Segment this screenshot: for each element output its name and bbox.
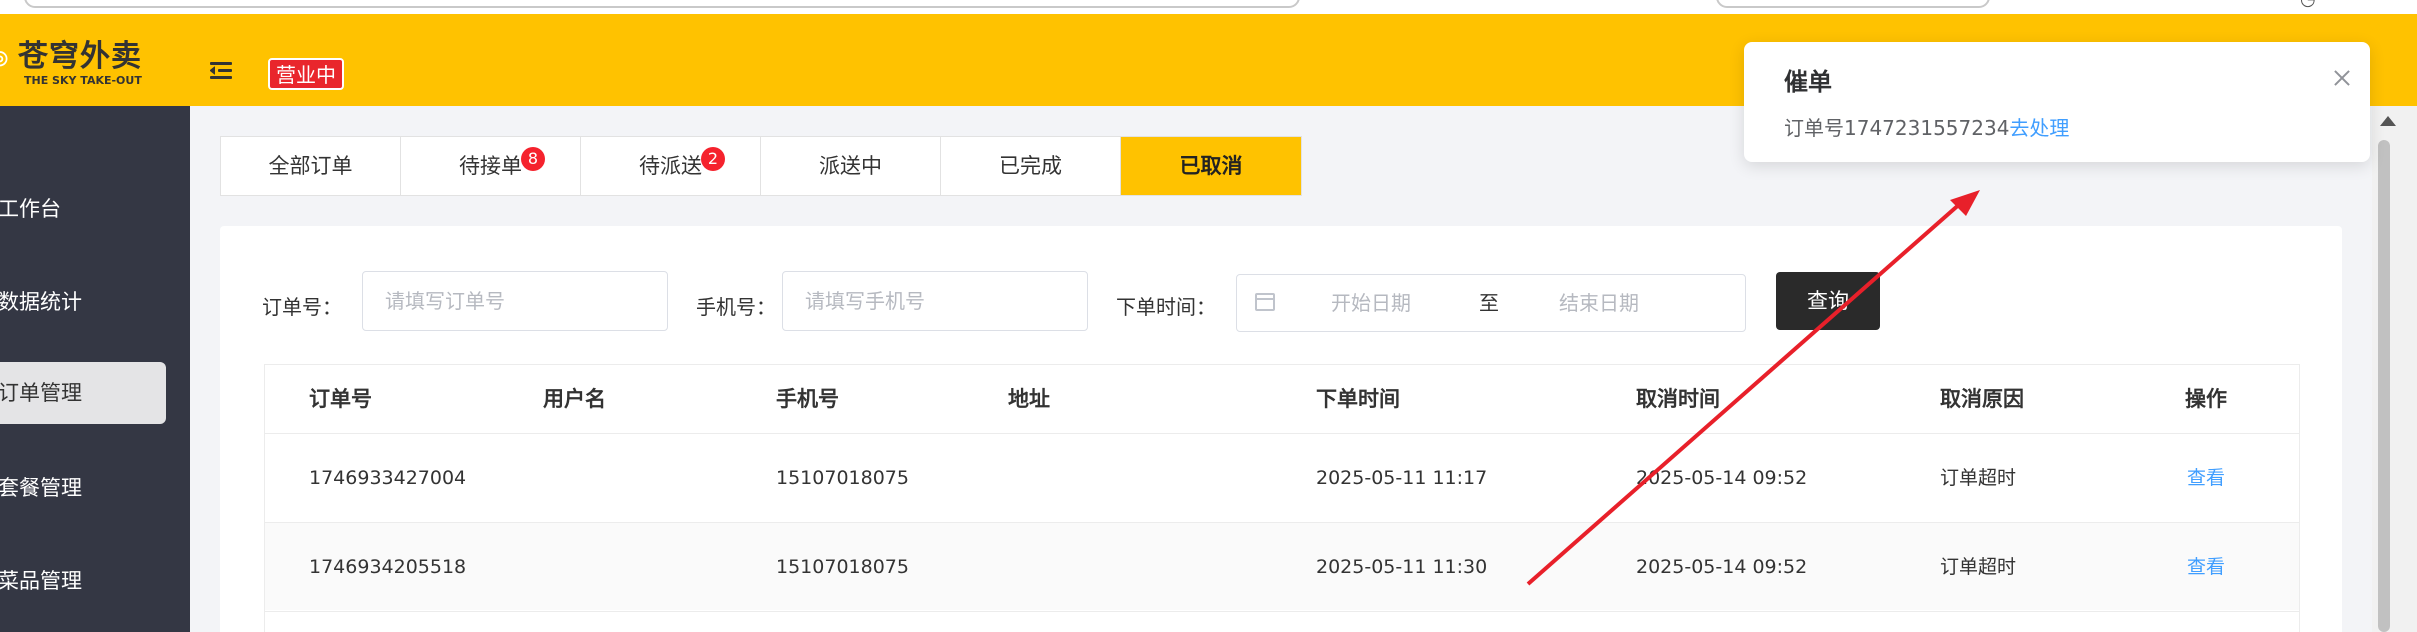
cell-cancel-reason: 订单超时 xyxy=(1940,467,2017,489)
app-root: ◔ ⌾ 苍穹外卖 THE SKY TAKE-OUT 营业中 工作台 数据统计 订… xyxy=(0,0,2417,632)
tab-label: 待派送 xyxy=(639,154,702,178)
tab-count-badge: 8 xyxy=(521,147,545,171)
menu-fold-icon[interactable] xyxy=(210,58,236,84)
shop-status-badge: 营业中 xyxy=(268,58,344,90)
tab-to-accept[interactable]: 待接单 8 xyxy=(401,137,581,195)
brand-logo: ⌾ 苍穹外卖 THE SKY TAKE-OUT xyxy=(0,38,150,88)
table-row xyxy=(265,611,2299,632)
date-range-picker[interactable]: 开始日期 至 结束日期 xyxy=(1236,274,1746,332)
sidebar: 工作台 数据统计 订单管理 套餐管理 菜品管理 xyxy=(0,106,190,632)
column-header-user: 用户名 xyxy=(543,387,606,411)
sidebar-item-setmeal[interactable]: 套餐管理 xyxy=(0,457,166,519)
phone-label: 手机号： xyxy=(696,295,776,319)
close-icon[interactable] xyxy=(2330,66,2354,90)
cell-cancel-reason: 订单超时 xyxy=(1940,556,2017,578)
start-date-input[interactable]: 开始日期 xyxy=(1331,275,1411,331)
phone-input[interactable]: 请填写手机号 xyxy=(782,271,1088,331)
arrow-head xyxy=(1950,190,1980,216)
view-order-link[interactable]: 查看 xyxy=(2187,523,2225,611)
cell-order-no: 1746933427004 xyxy=(309,467,467,489)
notification-handle-link[interactable]: 去处理 xyxy=(2009,116,2069,140)
date-range-separator: 至 xyxy=(1479,291,1499,315)
table-row: 1746933427004 15107018075 2025-05-11 11:… xyxy=(265,433,2299,521)
logo-icon: ⌾ xyxy=(0,46,12,74)
cell-phone: 15107018075 xyxy=(776,556,909,578)
column-header-cancel-time: 取消时间 xyxy=(1636,387,1720,411)
cell-cancel-time: 2025-05-14 09:52 xyxy=(1636,556,1808,578)
cell-order-no: 1746934205518 xyxy=(309,556,467,578)
query-button[interactable]: 查询 xyxy=(1776,272,1880,330)
end-date-input[interactable]: 结束日期 xyxy=(1559,275,1639,331)
order-status-tabs: 全部订单 待接单 8 待派送 2 派送中 已完成 已取消 xyxy=(220,136,1302,196)
column-header-order-time: 下单时间 xyxy=(1316,387,1400,411)
brand-name-en: THE SKY TAKE-OUT xyxy=(24,74,142,87)
orders-table: 订单号 用户名 手机号 地址 下单时间 取消时间 取消原因 操作 1746933… xyxy=(264,364,2300,632)
order-time-label: 下单时间： xyxy=(1116,295,1216,319)
tab-to-deliver[interactable]: 待派送 2 xyxy=(581,137,761,195)
tab-label: 派送中 xyxy=(819,154,882,178)
scrollbar-thumb[interactable] xyxy=(2378,140,2390,632)
tab-label: 待接单 xyxy=(459,154,522,178)
column-header-phone: 手机号 xyxy=(776,387,839,411)
calendar-icon xyxy=(1255,293,1275,311)
cell-phone: 15107018075 xyxy=(776,467,909,489)
column-header-order-no: 订单号 xyxy=(309,387,372,411)
column-header-address: 地址 xyxy=(1008,387,1050,411)
table-row: 1746934205518 15107018075 2025-05-11 11:… xyxy=(265,522,2299,610)
sidebar-item-orders[interactable]: 订单管理 xyxy=(0,362,166,424)
notification-message: 订单号1747231557234去处理 xyxy=(1784,112,2069,141)
tab-label: 全部订单 xyxy=(268,154,353,178)
browser-search-box[interactable] xyxy=(1716,0,1990,8)
browser-profile-icon[interactable]: ◔ xyxy=(2300,0,2320,9)
sidebar-item-workbench[interactable]: 工作台 xyxy=(0,178,166,240)
tab-delivering[interactable]: 派送中 xyxy=(761,137,941,195)
cell-order-time: 2025-05-11 11:17 xyxy=(1316,467,1488,489)
brand-name-cn: 苍穹外卖 xyxy=(18,39,142,74)
browser-address-bar[interactable] xyxy=(24,0,1300,8)
cell-order-time: 2025-05-11 11:30 xyxy=(1316,556,1488,578)
view-order-link[interactable]: 查看 xyxy=(2187,434,2225,522)
reminder-notification: 催单 订单号1747231557234去处理 xyxy=(1744,42,2370,162)
scroll-up-arrow-icon[interactable] xyxy=(2380,116,2396,126)
notification-title: 催单 xyxy=(1784,68,1832,96)
order-no-input[interactable]: 请填写订单号 xyxy=(362,271,668,331)
tab-count-badge: 2 xyxy=(701,147,725,171)
notification-order-text: 订单号1747231557234 xyxy=(1784,116,2010,140)
sidebar-item-statistics[interactable]: 数据统计 xyxy=(0,271,166,333)
tab-cancelled[interactable]: 已取消 xyxy=(1121,137,1301,195)
sidebar-item-dishes[interactable]: 菜品管理 xyxy=(0,550,166,612)
cell-cancel-time: 2025-05-14 09:52 xyxy=(1636,467,1808,489)
tab-all-orders[interactable]: 全部订单 xyxy=(221,137,401,195)
browser-chrome-strip: ◔ xyxy=(0,0,2417,14)
column-header-cancel-reason: 取消原因 xyxy=(1940,387,2024,411)
column-header-actions: 操作 xyxy=(2185,387,2227,411)
order-no-label: 订单号： xyxy=(262,295,342,319)
tab-label: 已取消 xyxy=(1179,154,1243,178)
tab-completed[interactable]: 已完成 xyxy=(941,137,1121,195)
tab-label: 已完成 xyxy=(999,154,1062,178)
